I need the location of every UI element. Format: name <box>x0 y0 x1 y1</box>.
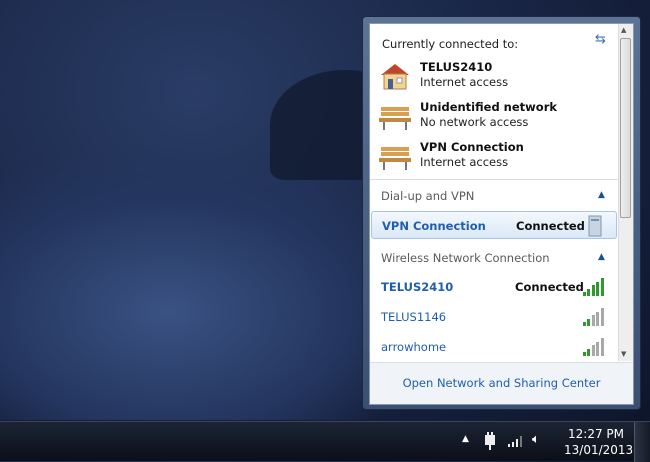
signal-bar <box>596 311 600 326</box>
vpn-server-icon <box>588 215 602 237</box>
signal-bar <box>583 292 586 296</box>
section-wireless[interactable]: Wireless Network Connection <box>381 251 550 265</box>
open-network-sharing-center-link[interactable]: Open Network and Sharing Center <box>370 376 633 390</box>
footer: Open Network and Sharing Center <box>370 362 633 404</box>
network-name: Unidentified network <box>420 100 558 114</box>
network-name: TELUS2410 <box>420 60 493 74</box>
collapse-chevron-icon[interactable]: ▲ <box>598 190 605 200</box>
connection-status: Connected <box>515 280 584 294</box>
signal-bar <box>600 338 604 356</box>
taskbar: ▲ 🔈︎ 12:27 PM 13/01/2013 <box>0 421 650 462</box>
signal-bar <box>583 352 586 356</box>
connection-name: VPN Connection <box>382 219 486 233</box>
vpn-connection-row[interactable]: VPN Connection Connected <box>371 211 617 239</box>
public-network-bench-icon <box>379 147 411 170</box>
network-flyout: Currently connected to: ⇆ TELUS2410 Inte… <box>362 16 641 410</box>
connected-network-item: Unidentified network No network access <box>378 99 598 133</box>
signal-bar <box>591 285 595 296</box>
divider <box>370 179 618 180</box>
signal-bar <box>596 281 600 296</box>
clock-date[interactable]: 13/01/2013 <box>564 443 633 457</box>
power-plug-icon[interactable] <box>483 432 497 450</box>
scrollbar-thumb[interactable] <box>620 38 631 218</box>
signal-bar <box>587 288 591 296</box>
network-status: Internet access <box>420 75 509 89</box>
show-hidden-icons-button[interactable]: ▲ <box>462 434 469 444</box>
signal-strength-icon <box>583 338 605 356</box>
signal-bar <box>600 308 604 326</box>
network-status: Internet access <box>420 155 509 169</box>
signal-bar <box>587 318 591 326</box>
wifi-network-row[interactable]: TELUS2410 Connected <box>371 273 617 301</box>
network-status: No network access <box>420 115 529 129</box>
volume-icon[interactable]: 🔈︎ <box>532 432 540 447</box>
wifi-network-row[interactable]: arrowhome <box>371 333 617 361</box>
signal-bar <box>587 348 591 356</box>
wifi-network-row[interactable]: TELUS1146 <box>371 303 617 331</box>
signal-strength-icon <box>583 278 605 296</box>
network-name: VPN Connection <box>420 140 524 154</box>
signal-bar <box>591 345 595 356</box>
desktop-wallpaper <box>0 150 420 420</box>
connected-network-item: TELUS2410 Internet access <box>378 59 598 93</box>
scroll-down-icon[interactable]: ▼ <box>621 350 626 358</box>
signal-strength-icon <box>583 308 605 326</box>
connection-status: Connected <box>516 219 585 233</box>
network-name: TELUS2410 <box>381 280 454 294</box>
network-name: TELUS1146 <box>381 310 447 324</box>
section-dialup-vpn[interactable]: Dial-up and VPN <box>381 189 474 203</box>
network-signal-icon[interactable] <box>507 435 523 447</box>
collapse-chevron-icon[interactable]: ▲ <box>598 252 605 262</box>
scroll-up-icon[interactable]: ▲ <box>621 26 626 34</box>
signal-bar <box>600 278 604 296</box>
network-panel: Currently connected to: ⇆ TELUS2410 Inte… <box>369 23 634 405</box>
clock-time[interactable]: 12:27 PM <box>568 427 624 441</box>
signal-bar <box>591 315 595 326</box>
network-name: arrowhome <box>381 340 447 354</box>
connected-header: Currently connected to: <box>382 37 519 51</box>
connected-network-item: VPN Connection Internet access <box>378 139 598 173</box>
home-network-icon <box>381 64 409 90</box>
public-network-bench-icon <box>379 107 411 130</box>
signal-bar <box>583 322 586 326</box>
signal-bar <box>596 341 600 356</box>
refresh-icon[interactable]: ⇆ <box>595 32 606 47</box>
show-desktop-button[interactable] <box>634 422 650 462</box>
